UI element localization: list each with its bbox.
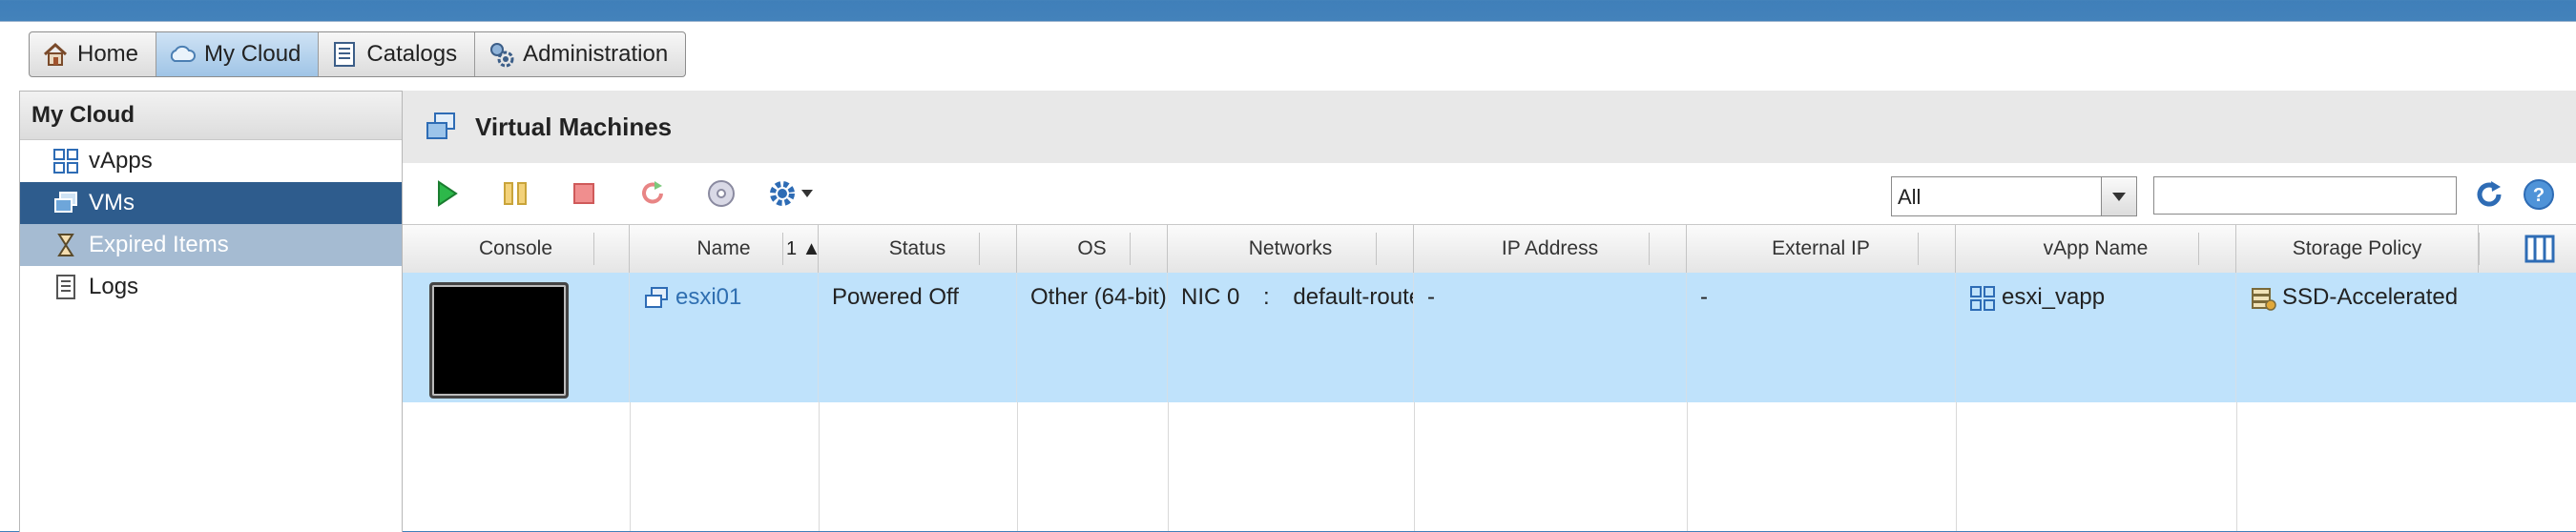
column-divider bbox=[1649, 233, 1650, 265]
sidebar-item-label: VMs bbox=[89, 190, 135, 215]
sidebar-item-label: vApps bbox=[89, 148, 153, 174]
sidebar: My Cloud vApps VMs Expired Items Logs bbox=[19, 91, 403, 532]
catalog-icon bbox=[334, 42, 356, 67]
filter-select[interactable]: All bbox=[1891, 176, 2137, 216]
suspend-icon[interactable] bbox=[500, 178, 530, 209]
filter-value: All bbox=[1898, 185, 1922, 209]
column-header-console[interactable]: Console bbox=[403, 225, 630, 273]
column-header-vapp-name[interactable]: vApp Name bbox=[1956, 225, 2236, 273]
storage-policy-icon bbox=[2252, 287, 2276, 311]
sort-indicator[interactable]: 1 ▲ bbox=[786, 225, 821, 273]
column-header-external-ip[interactable]: External IP bbox=[1687, 225, 1956, 273]
vapp-name-cell: esxi_vapp bbox=[1956, 273, 2236, 402]
column-header-storage-policy[interactable]: Storage Policy bbox=[2236, 225, 2479, 273]
column-header-status[interactable]: Status bbox=[819, 225, 1017, 273]
column-divider bbox=[593, 233, 594, 265]
column-header-os[interactable]: OS bbox=[1017, 225, 1168, 273]
console-thumbnail[interactable] bbox=[429, 282, 569, 399]
column-divider bbox=[1017, 402, 1018, 531]
sidebar-item-vapps[interactable]: vApps bbox=[20, 140, 402, 182]
power-off-icon[interactable] bbox=[569, 178, 599, 209]
column-divider bbox=[630, 402, 631, 531]
table-header: Console Name 1 ▲ Status OS Networks IP A… bbox=[403, 224, 2576, 274]
network-name: default-routed-network bbox=[1293, 284, 1413, 310]
status-cell: Powered Off bbox=[819, 273, 1017, 402]
column-divider bbox=[979, 233, 980, 265]
page-header: Virtual Machines bbox=[403, 91, 2576, 163]
page-title: Virtual Machines bbox=[475, 112, 673, 141]
table-empty-area bbox=[403, 402, 2576, 531]
administration-icon bbox=[490, 43, 514, 68]
os-cell: Other (64-bit) bbox=[1017, 273, 1168, 402]
tab-administration[interactable]: Administration bbox=[475, 32, 685, 76]
column-divider bbox=[2479, 233, 2480, 265]
name-cell: esxi01 bbox=[630, 273, 819, 402]
console-cell bbox=[403, 273, 630, 402]
column-divider bbox=[1414, 402, 1415, 531]
networks-cell: NIC 0 : default-routed-network bbox=[1168, 273, 1414, 402]
cloud-icon bbox=[170, 45, 197, 62]
help-icon[interactable]: ? bbox=[2523, 178, 2555, 211]
vapp-icon bbox=[53, 149, 78, 174]
hourglass-icon bbox=[57, 234, 74, 256]
sidebar-item-logs[interactable]: Logs bbox=[20, 266, 402, 308]
refresh-icon[interactable] bbox=[2473, 178, 2505, 211]
tab-catalogs-label: Catalogs bbox=[366, 41, 458, 67]
sidebar-title: My Cloud bbox=[20, 92, 402, 140]
tab-administration-label: Administration bbox=[523, 41, 669, 67]
tab-catalogs[interactable]: Catalogs bbox=[319, 32, 476, 76]
column-divider bbox=[1956, 402, 1957, 531]
vm-icon bbox=[645, 286, 668, 308]
column-divider bbox=[1130, 233, 1131, 265]
table-row[interactable]: esxi01 Powered Off Other (64-bit) NIC 0 … bbox=[403, 273, 2576, 402]
tab-home-label: Home bbox=[77, 41, 139, 67]
app-window: Home My Cloud Catalogs Administration My… bbox=[0, 21, 2576, 532]
reset-icon[interactable] bbox=[637, 178, 668, 209]
top-navigation: Home My Cloud Catalogs Administration bbox=[29, 31, 687, 77]
column-chooser-icon[interactable] bbox=[2524, 235, 2555, 263]
tab-home[interactable]: Home bbox=[30, 32, 157, 76]
storage-policy-name: SSD-Accelerated bbox=[2282, 284, 2459, 310]
tab-my-cloud[interactable]: My Cloud bbox=[156, 32, 320, 76]
network-separator: : bbox=[1263, 284, 1270, 310]
column-divider bbox=[1376, 233, 1377, 265]
vm-table: Console Name 1 ▲ Status OS Networks IP A… bbox=[403, 224, 2576, 531]
column-divider bbox=[1168, 402, 1169, 531]
column-divider bbox=[1687, 402, 1688, 531]
external-ip-cell: - bbox=[1687, 273, 1956, 402]
toolbar: All ? bbox=[403, 163, 2576, 224]
home-icon bbox=[43, 42, 68, 66]
ip-address-cell: - bbox=[1414, 273, 1687, 402]
search-input[interactable] bbox=[2153, 176, 2457, 215]
column-divider bbox=[2198, 233, 2199, 265]
virtual-machines-icon bbox=[426, 113, 455, 139]
column-divider bbox=[1918, 233, 1919, 265]
sidebar-item-expired-items[interactable]: Expired Items bbox=[20, 224, 402, 266]
vm-icon bbox=[54, 192, 77, 213]
column-divider bbox=[782, 233, 783, 265]
main-panel: Virtual Machines All ? Console Name 1 ▲ … bbox=[403, 91, 2576, 531]
power-on-icon[interactable] bbox=[431, 178, 462, 209]
insert-media-icon[interactable] bbox=[706, 178, 737, 209]
tab-my-cloud-label: My Cloud bbox=[204, 41, 301, 67]
vm-name-link[interactable]: esxi01 bbox=[675, 284, 741, 310]
chevron-down-icon[interactable] bbox=[2101, 177, 2136, 215]
column-header-networks[interactable]: Networks bbox=[1168, 225, 1414, 273]
sidebar-item-label: Expired Items bbox=[89, 232, 229, 257]
svg-text:?: ? bbox=[2533, 185, 2545, 206]
column-divider bbox=[2236, 402, 2237, 531]
column-divider bbox=[819, 402, 820, 531]
column-header-ip-address[interactable]: IP Address bbox=[1414, 225, 1687, 273]
storage-policy-cell: SSD-Accelerated bbox=[2236, 273, 2576, 402]
network-nic: NIC 0 bbox=[1181, 284, 1240, 310]
vapp-icon bbox=[1970, 285, 1995, 311]
actions-gear-icon[interactable] bbox=[767, 178, 819, 209]
sidebar-item-label: Logs bbox=[89, 274, 139, 299]
vapp-name: esxi_vapp bbox=[2002, 284, 2106, 310]
sidebar-item-vms[interactable]: VMs bbox=[20, 182, 402, 224]
log-icon bbox=[56, 275, 75, 299]
